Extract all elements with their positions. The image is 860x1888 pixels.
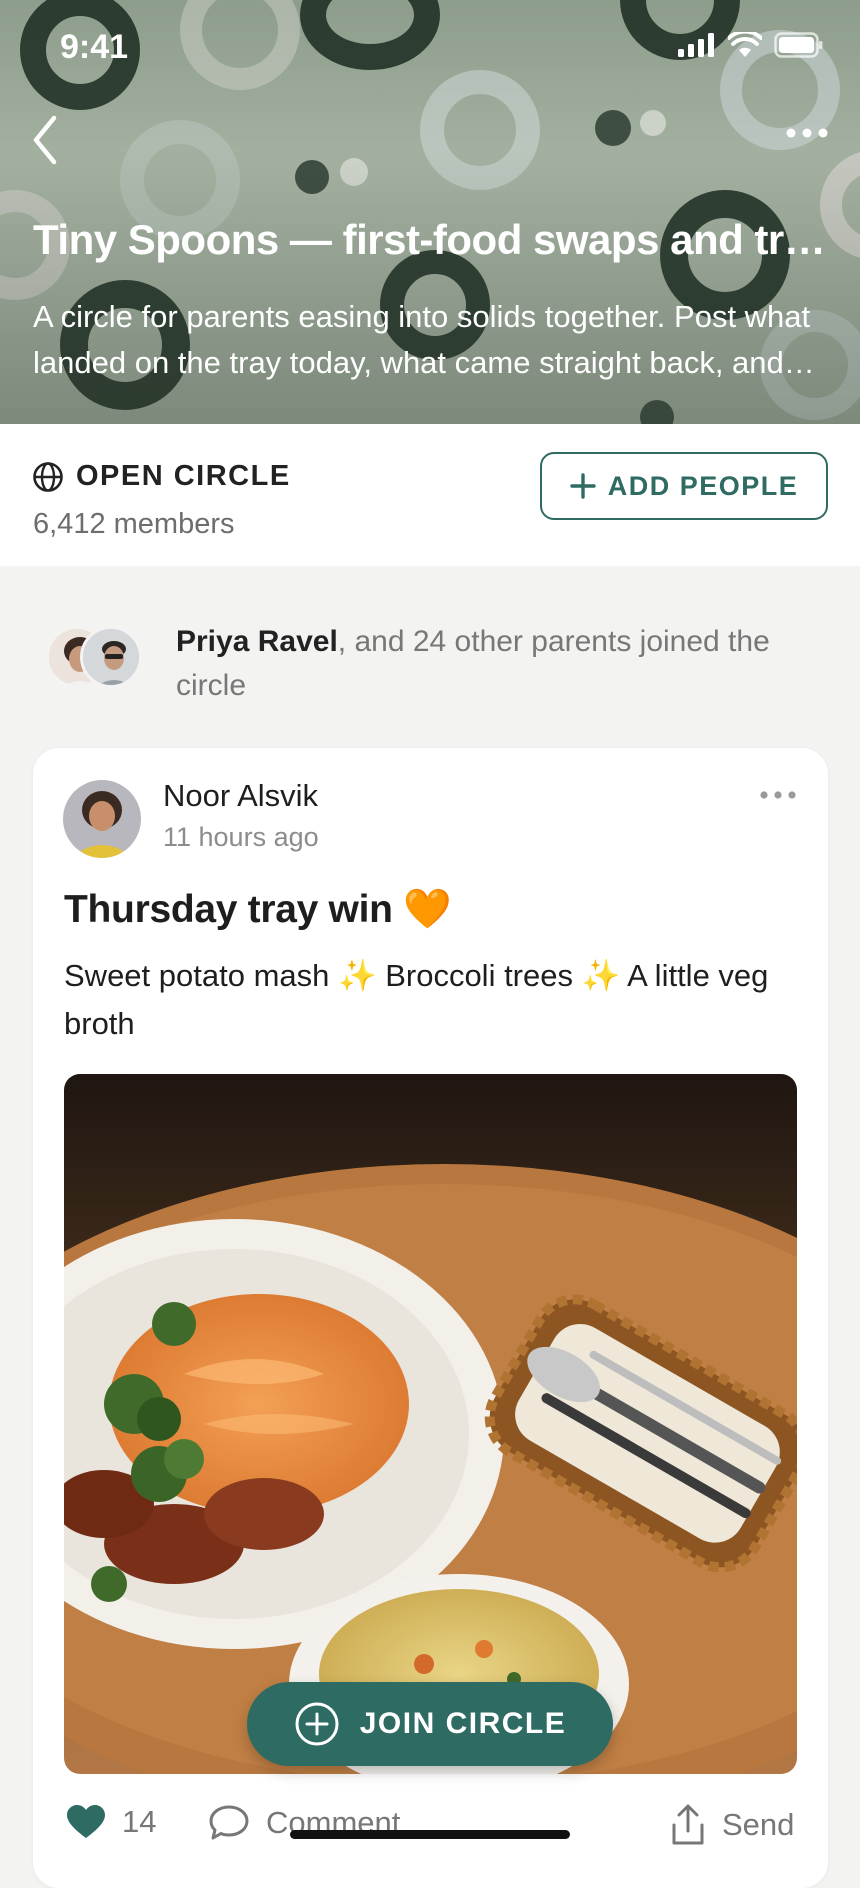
send-button[interactable]: Send <box>670 1804 794 1846</box>
post-photo[interactable] <box>64 1074 797 1774</box>
status-icons <box>678 32 824 58</box>
comment-icon <box>209 1805 249 1840</box>
circle-type: OPEN CIRCLE <box>32 460 291 493</box>
back-button[interactable] <box>28 112 68 168</box>
more-options-button[interactable] <box>784 118 830 148</box>
signal-icon <box>678 33 714 57</box>
add-people-label: ADD PEOPLE <box>607 470 799 501</box>
circle-description: A circle for parents easing into solids … <box>33 299 811 380</box>
circle-header: 9:41 Tiny Spoons — first-food swaps and … <box>0 0 860 424</box>
circle-title: Tiny Spoons — first-food swaps and tray … <box>33 216 833 263</box>
plus-circle-icon <box>295 1702 339 1746</box>
post-body: Sweet potato mash ✨ Broccoli trees ✨ A l… <box>64 958 769 1041</box>
join-circle-button[interactable]: JOIN CIRCLE <box>247 1682 613 1766</box>
author-avatar[interactable] <box>63 780 141 858</box>
heart-icon <box>67 1805 105 1838</box>
join-circle-label: JOIN CIRCLE <box>359 1707 567 1740</box>
like-button[interactable]: 14 <box>66 1804 156 1840</box>
circle-info-bar: OPEN CIRCLE 6,412 members ADD PEOPLE <box>0 424 860 566</box>
plus-icon <box>570 473 596 499</box>
post-title: Thursday tray win 🧡 <box>64 888 452 931</box>
add-people-button[interactable]: ADD PEOPLE <box>540 452 828 520</box>
avatar <box>80 626 142 688</box>
member-count: 6,412 members <box>33 508 235 540</box>
share-icon <box>672 1804 704 1845</box>
home-indicator[interactable] <box>290 1830 570 1839</box>
status-time: 9:41 <box>60 28 129 66</box>
post-more-icon[interactable] <box>758 788 798 802</box>
like-count: 14 <box>122 1804 157 1839</box>
globe-icon <box>33 461 63 492</box>
battery-icon <box>774 32 823 58</box>
wifi-icon <box>728 32 762 57</box>
send-label: Send <box>722 1807 795 1842</box>
status-bar: 9:41 <box>0 24 860 72</box>
joined-activity[interactable]: Priya Ravel, and 24 other parents joined… <box>46 620 836 710</box>
post-author[interactable]: Noor Alsvik <box>163 778 318 814</box>
circle-type-label: OPEN CIRCLE <box>76 460 291 492</box>
post-timestamp: 11 hours ago <box>163 822 319 852</box>
joined-name: Priya Ravel <box>176 625 338 658</box>
joined-text: Priya Ravel, and 24 other parents joined… <box>176 620 846 708</box>
